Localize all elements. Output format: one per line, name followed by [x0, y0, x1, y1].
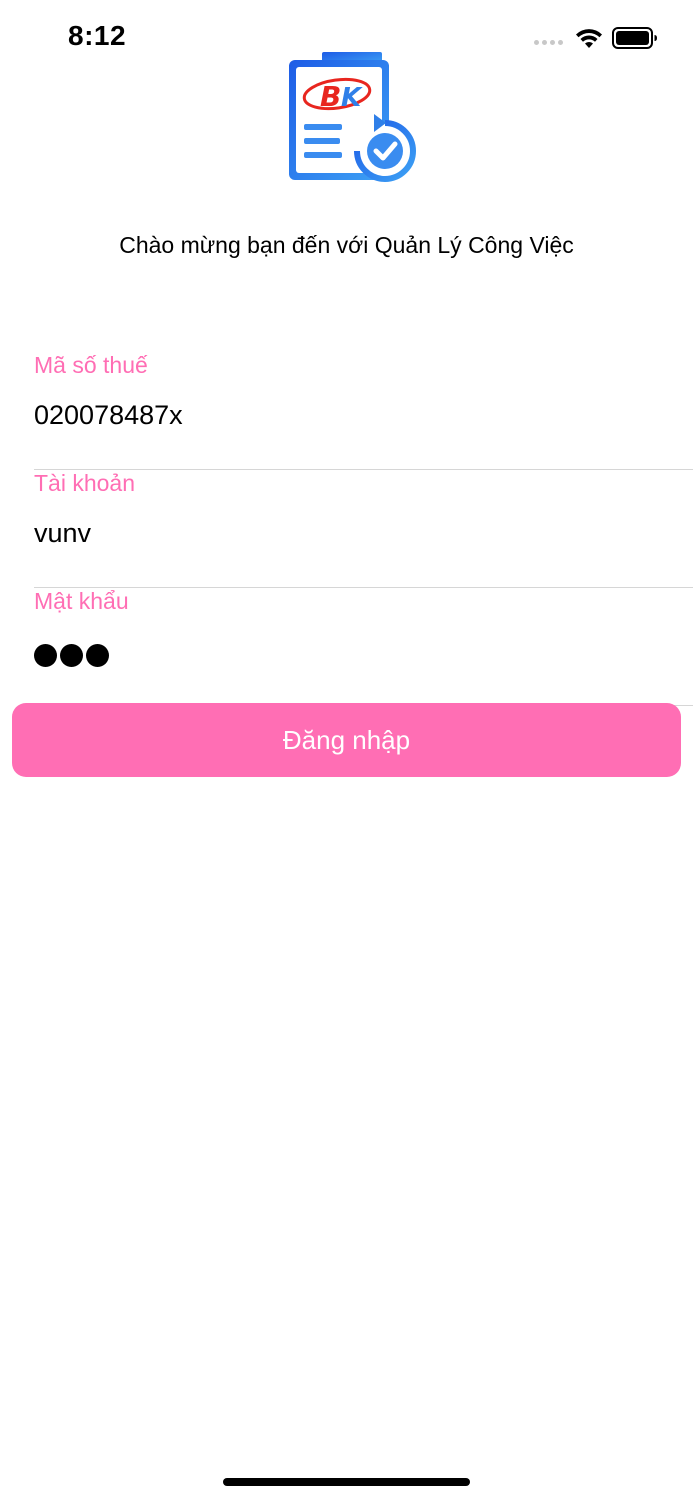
signal-dots-icon — [534, 40, 563, 45]
password-label: Mật khẩu — [34, 588, 129, 614]
password-mask-dot — [86, 644, 109, 667]
login-button[interactable]: Đăng nhập — [12, 703, 681, 777]
password-mask-dot — [34, 644, 57, 667]
password-mask-dot — [60, 644, 83, 667]
account-label: Tài khoản — [34, 470, 136, 496]
welcome-text: Chào mừng bạn đến với Quản Lý Công Việc — [119, 232, 574, 258]
status-time: 8:12 — [68, 20, 127, 51]
tax-code-field[interactable]: Mã số thuế 020078487x — [34, 352, 693, 470]
battery-icon — [612, 27, 657, 49]
account-input[interactable]: vunv — [34, 518, 91, 549]
account-field[interactable]: Tài khoản vunv — [34, 470, 693, 588]
wifi-icon — [576, 29, 602, 48]
password-field[interactable]: Mật khẩu — [34, 588, 693, 706]
svg-text:B: B — [320, 80, 341, 113]
password-input[interactable] — [34, 644, 109, 667]
home-indicator — [223, 1478, 470, 1486]
app-logo: B K — [289, 52, 416, 182]
svg-text:K: K — [341, 83, 363, 113]
tax-code-label: Mã số thuế — [34, 352, 148, 378]
tax-code-input[interactable]: 020078487x — [34, 400, 183, 431]
